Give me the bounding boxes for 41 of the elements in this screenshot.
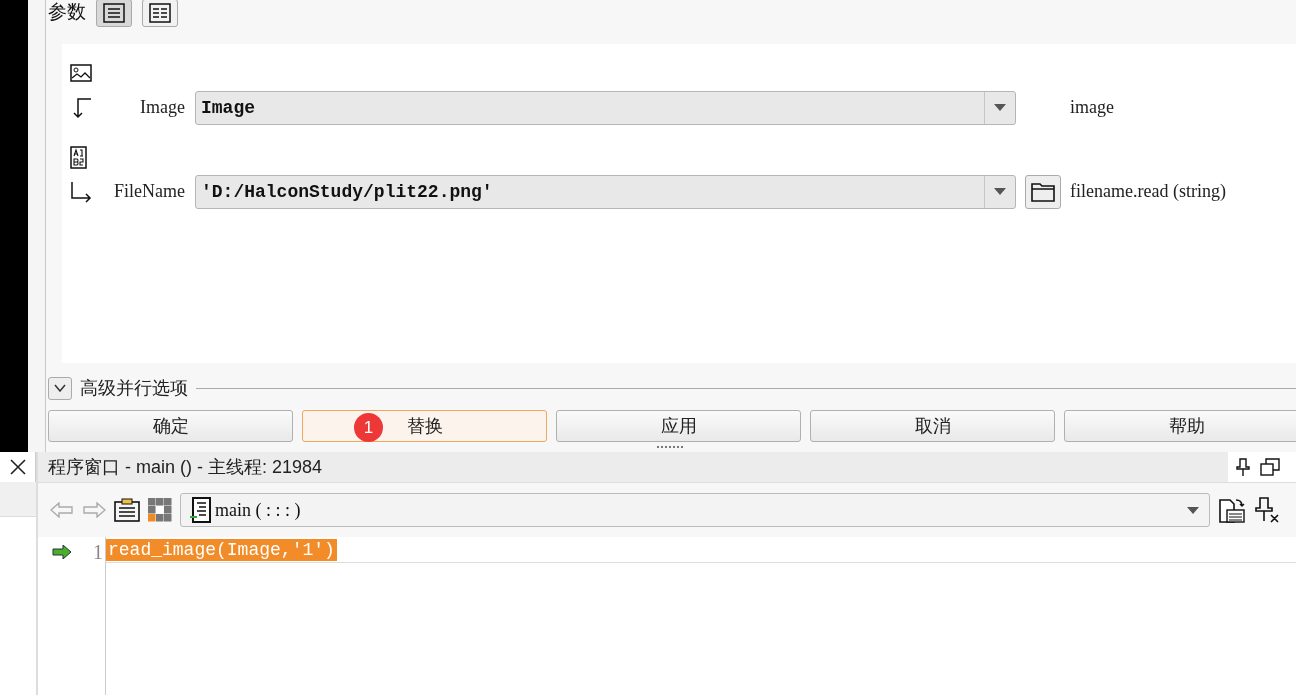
unpin-icon[interactable] (1254, 497, 1280, 523)
folder-icon (1031, 181, 1055, 202)
dialog-button[interactable]: 取消 (810, 410, 1055, 443)
view-toggle-button[interactable] (142, 0, 178, 27)
browse-button[interactable] (1025, 174, 1061, 209)
procedure-combo-box[interactable]: main ( : : : ) (180, 493, 1210, 527)
pin-icon[interactable] (1236, 458, 1250, 476)
line-number: 1 (93, 541, 103, 564)
calendar-icon[interactable] (1218, 496, 1246, 524)
picture-icon (70, 64, 92, 83)
parameter-combo-box[interactable]: Image (195, 90, 1016, 125)
clipboard-icon[interactable] (114, 498, 140, 522)
dropdown-arrow-icon (1187, 506, 1199, 514)
parameter-type-hint: image (1070, 97, 1114, 119)
dialog-button[interactable]: 帮助 (1064, 410, 1296, 443)
procedure-icon (189, 497, 211, 523)
restore-icon[interactable] (1260, 458, 1280, 476)
input-arrow-icon (70, 96, 92, 119)
parameter-combo-box[interactable]: 'D:/HalconStudy/plit22.png' (195, 174, 1016, 209)
step-badge: 1 (354, 413, 383, 443)
view-toggle-button[interactable] (96, 0, 132, 27)
parameter-type-hint: filename.read (string) (1070, 181, 1226, 203)
chevron-icon (54, 384, 66, 393)
dropdown-arrow-icon (994, 104, 1006, 112)
window-title: 程序窗口 - main () - 主线程: 21984 (48, 456, 324, 479)
section-label: 高级并行选项 (80, 377, 188, 401)
dialog-button[interactable]: 应用 (556, 410, 801, 443)
dropdown-arrow-icon (994, 188, 1006, 196)
list-icon (103, 3, 125, 23)
table-icon (70, 145, 87, 169)
parameter-label: Image (139, 97, 185, 119)
expand-toggle-button[interactable] (48, 376, 72, 400)
columns-icon (149, 3, 171, 23)
splitter-handle-icon[interactable] (657, 445, 685, 450)
input-arrow-icon (70, 180, 92, 203)
dialog-button[interactable]: 1 替换 (302, 410, 547, 443)
close-icon[interactable] (9, 459, 26, 475)
dialog-button[interactable]: 确定 (48, 410, 293, 443)
grid-icon[interactable] (148, 498, 172, 522)
panel-title: 参数 (48, 0, 86, 24)
parameter-label: FileName (113, 181, 185, 203)
